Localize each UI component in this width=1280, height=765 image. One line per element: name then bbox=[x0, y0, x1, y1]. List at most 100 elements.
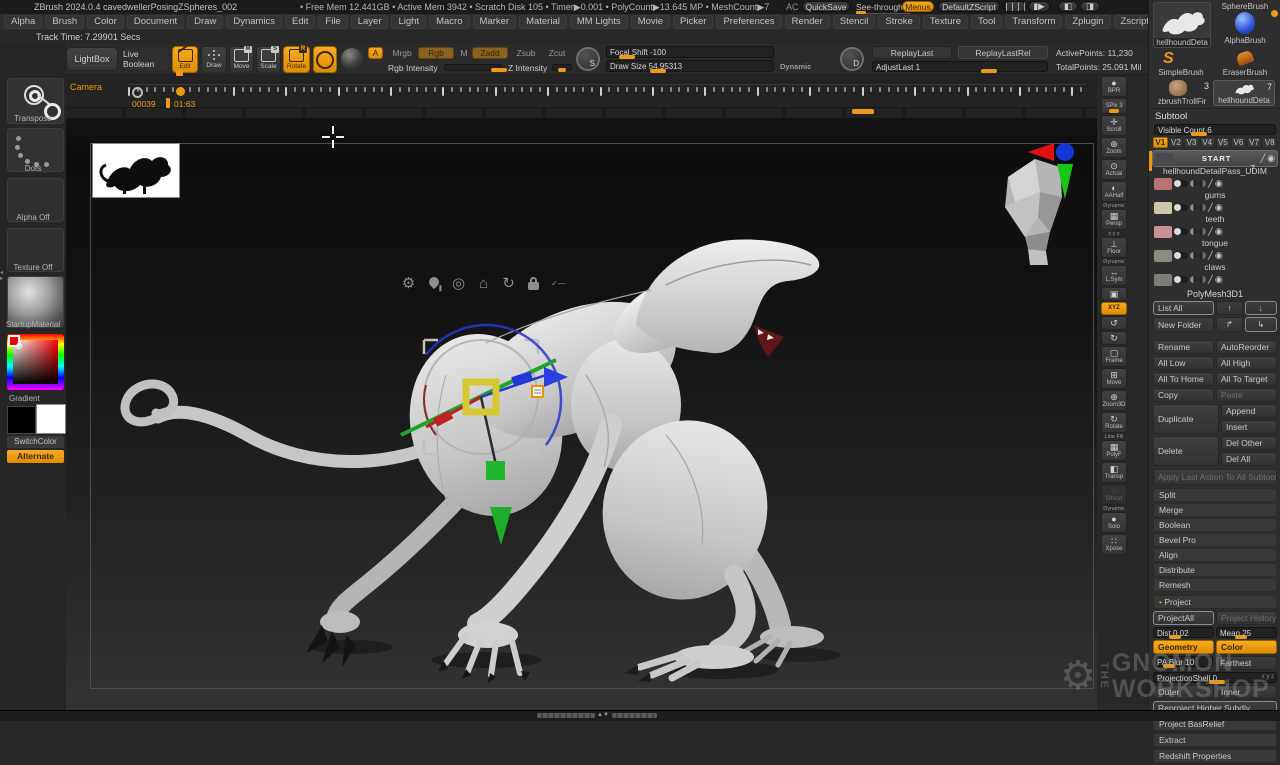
outer-button[interactable]: Outer bbox=[1153, 685, 1214, 699]
redshift-section[interactable]: Redshift Properties bbox=[1153, 749, 1277, 763]
tray-resize-handle[interactable]: ◂▸ bbox=[0, 270, 3, 282]
scale-button[interactable]: S Scale bbox=[256, 46, 281, 73]
duplicate-button[interactable]: Duplicate bbox=[1153, 404, 1219, 434]
shelf-toggle-icon[interactable]: ▮▶ bbox=[1028, 1, 1050, 12]
rgb-button[interactable]: Rgb bbox=[418, 47, 454, 59]
all-to-target-button[interactable]: All To Target bbox=[1216, 372, 1277, 386]
section-bevel-pro[interactable]: Bevel Pro bbox=[1153, 533, 1277, 547]
home-icon[interactable]: ⌂ bbox=[475, 275, 492, 292]
pin-icon[interactable] bbox=[425, 275, 442, 292]
menu-marker[interactable]: Marker bbox=[473, 15, 517, 29]
strip-actual-button[interactable]: ⊙Actual bbox=[1100, 159, 1128, 180]
move-into-button[interactable]: ↱ bbox=[1216, 317, 1242, 332]
visibility-tab-v4[interactable]: V4 bbox=[1200, 137, 1215, 148]
menu-dynamics[interactable]: Dynamics bbox=[226, 15, 282, 29]
strip-persp-button[interactable]: Dynamic▦Persp bbox=[1100, 203, 1128, 230]
check-dash-icon[interactable]: ✓— bbox=[550, 275, 567, 292]
replay-last-button[interactable]: ReplayLast bbox=[872, 46, 952, 59]
strip-spix-slider-button[interactable]: SPix 3 bbox=[1100, 98, 1128, 114]
polypaint-toggle-icon[interactable] bbox=[1174, 180, 1188, 187]
visibility-eye-icon[interactable]: ◉ bbox=[1215, 178, 1223, 189]
strip-redo-button[interactable]: ↻ bbox=[1100, 331, 1128, 345]
strip-undo-button[interactable]: ↺ bbox=[1100, 316, 1128, 330]
subtool-item[interactable]: ╱◉teeth bbox=[1152, 200, 1278, 224]
project-section-header[interactable]: • Project bbox=[1153, 595, 1277, 609]
menu-edit[interactable]: Edit bbox=[285, 15, 315, 29]
extract-section[interactable]: Extract bbox=[1153, 733, 1277, 747]
layout-left-icon[interactable]: ◧ bbox=[1058, 1, 1078, 12]
menu-preferences[interactable]: Preferences bbox=[716, 15, 781, 29]
axis-indicator[interactable] bbox=[1028, 141, 1084, 209]
strip-zoom3d-button[interactable]: ⊕Zoom3D bbox=[1100, 390, 1128, 411]
visibility-tab-v7[interactable]: V7 bbox=[1247, 137, 1262, 148]
divider-slider-icon[interactable]: ❘❘❘❘ bbox=[1004, 1, 1026, 12]
sculpt-brush-icon[interactable]: ╱ bbox=[1208, 275, 1213, 284]
insert-button[interactable]: Insert bbox=[1221, 420, 1277, 434]
tool-slot-2[interactable]: 7 hellhoundDeta bbox=[1213, 80, 1275, 106]
eraser-thumbnail[interactable] bbox=[1235, 50, 1254, 67]
rotate-button[interactable]: R Rotate bbox=[283, 46, 310, 73]
section-align[interactable]: Align bbox=[1153, 548, 1277, 562]
zsub-button[interactable]: Zsub bbox=[512, 47, 540, 59]
visibility-tab-v1[interactable]: V1 bbox=[1153, 137, 1168, 148]
rename-button[interactable]: Rename bbox=[1153, 340, 1214, 354]
strip-ghost-button[interactable]: ◌Ghost bbox=[1100, 484, 1128, 505]
dist-slider[interactable]: Dist 0.02 bbox=[1153, 627, 1214, 638]
menu-texture[interactable]: Texture bbox=[923, 15, 968, 29]
menu-macro[interactable]: Macro bbox=[429, 15, 469, 29]
dynamic-label[interactable]: Dynamic bbox=[780, 62, 811, 71]
move-button[interactable]: M Move bbox=[229, 46, 254, 73]
projection-shell-slider[interactable]: ProjectionShell 0 x y z bbox=[1153, 672, 1277, 683]
visibility-tab-v8[interactable]: V8 bbox=[1262, 137, 1277, 148]
material-sphere-button[interactable] bbox=[341, 48, 363, 70]
strip-local-xyz-button[interactable]: XYZ bbox=[1100, 302, 1128, 315]
del-all-button[interactable]: Del All bbox=[1221, 452, 1277, 466]
strip-floor-button[interactable]: x y z⊥Floor bbox=[1100, 231, 1128, 258]
edit-button[interactable]: Edit bbox=[172, 46, 198, 73]
main-color-swatch[interactable] bbox=[7, 406, 36, 434]
color-button[interactable]: Color bbox=[1216, 640, 1277, 654]
menu-alpha[interactable]: Alpha bbox=[4, 15, 42, 29]
menu-mm-lights[interactable]: MM Lights bbox=[570, 15, 628, 29]
layout-right-icon[interactable]: ◨ bbox=[1080, 1, 1100, 12]
polypaint-toggle-icon[interactable] bbox=[1174, 228, 1188, 235]
adjust-last-slider[interactable]: AdjustLast 1 bbox=[872, 61, 1048, 72]
zadd-button[interactable]: Zadd bbox=[472, 47, 508, 59]
move-out-button[interactable]: ↳ bbox=[1245, 317, 1278, 332]
switch-color-button[interactable]: SwitchColor bbox=[7, 436, 64, 448]
menu-document[interactable]: Document bbox=[127, 15, 184, 29]
gear-icon[interactable]: ⚙ bbox=[400, 275, 417, 292]
panel-orange-dot[interactable] bbox=[1271, 10, 1278, 17]
sculpt-brush-icon[interactable]: ╱ bbox=[1208, 203, 1213, 212]
menu-light[interactable]: Light bbox=[391, 15, 426, 29]
subtool-item[interactable]: ╱◉gums bbox=[1152, 176, 1278, 200]
strip-solo-button[interactable]: Dynamic●Solo bbox=[1100, 506, 1128, 533]
autoreorder-button[interactable]: AutoReorder bbox=[1216, 340, 1277, 354]
menu-movie[interactable]: Movie bbox=[631, 15, 670, 29]
visibility-eye-icon[interactable]: ◉ bbox=[1215, 250, 1223, 261]
move-up-button[interactable]: ↑ bbox=[1216, 301, 1242, 315]
zcut-button[interactable]: Zcut bbox=[544, 47, 570, 59]
alternate-button[interactable]: Alternate bbox=[7, 450, 64, 463]
sculpt-brush-icon[interactable]: ╱ bbox=[1260, 154, 1265, 163]
copy-button[interactable]: Copy bbox=[1153, 388, 1214, 402]
draw-size-slider[interactable]: Draw Size 54.95313 bbox=[606, 60, 774, 72]
focal-shift-slider[interactable]: Focal Shift -100 bbox=[606, 46, 774, 58]
subtool-item[interactable]: START╱◉7hellhoundDetailPass_UDIM bbox=[1152, 150, 1278, 176]
inner-button[interactable]: Inner bbox=[1216, 685, 1277, 699]
draw-button[interactable]: Draw bbox=[201, 46, 227, 73]
scrollbar-segment-right[interactable] bbox=[612, 713, 657, 718]
menu-color[interactable]: Color bbox=[87, 15, 124, 29]
strip-aahalf-button[interactable]: ◐AAHalf bbox=[1100, 181, 1128, 202]
sculpt-brush-icon[interactable]: ╱ bbox=[1208, 251, 1213, 260]
strip-local-sym-button[interactable]: Dynamic↔L.Sym bbox=[1100, 259, 1128, 286]
menu-material[interactable]: Material bbox=[519, 15, 567, 29]
sculpt-brush-icon[interactable]: ╱ bbox=[1208, 179, 1213, 188]
color-picker[interactable] bbox=[7, 334, 64, 390]
replay-last-rel-button[interactable]: ReplayLastRel bbox=[958, 46, 1048, 59]
visibility-tab-v2[interactable]: V2 bbox=[1169, 137, 1184, 148]
scroll-arrows-icon[interactable]: ▲▼ bbox=[597, 712, 609, 718]
polypaint-toggle-icon[interactable] bbox=[1174, 252, 1188, 259]
visibility-tab-v3[interactable]: V3 bbox=[1184, 137, 1199, 148]
menu-brush[interactable]: Brush bbox=[45, 15, 84, 29]
